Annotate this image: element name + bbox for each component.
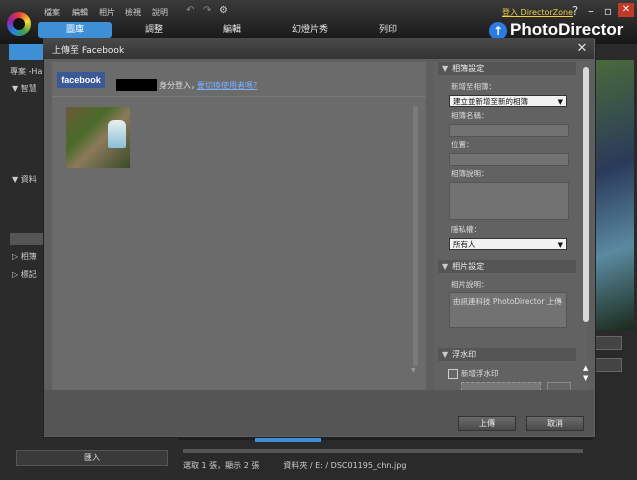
switch-user-link[interactable]: 要切換使用者嗎? (197, 80, 257, 91)
user-name-redacted (116, 79, 157, 91)
tab-print[interactable]: 列印 (358, 22, 418, 38)
settings-scrollbar[interactable] (583, 67, 589, 322)
album-name-input[interactable] (449, 124, 569, 137)
menu-view[interactable]: 檢視 (125, 7, 141, 18)
album-description-input[interactable] (449, 182, 569, 220)
horizontal-scrollbar[interactable] (183, 449, 583, 453)
undo-icon[interactable]: ↶ (186, 5, 194, 16)
privacy-label: 隱私權： (451, 225, 481, 234)
dialog-close-icon[interactable]: ✕ (574, 41, 590, 57)
scroll-down-icon-2[interactable]: ▼ (583, 374, 588, 382)
location-label: 位置： (451, 140, 474, 149)
window-close-icon[interactable]: ✕ (618, 3, 634, 17)
help-button[interactable]: ? (567, 3, 583, 19)
redo-icon[interactable]: ↷ (203, 5, 211, 16)
photo-settings-header[interactable]: ▼ 相片設定 (438, 260, 576, 273)
location-input[interactable] (449, 153, 569, 166)
content-scrollbar[interactable] (413, 106, 418, 366)
tab-adjust[interactable]: 調整 (124, 22, 184, 38)
scroll-up-icon[interactable]: ▲ (583, 364, 588, 372)
tags-item[interactable]: ▷ 標記 (12, 269, 37, 280)
cancel-button[interactable]: 取消 (526, 416, 584, 431)
login-as-label: 身分登入， (159, 81, 199, 90)
add-to-album-label: 新增至相簿： (451, 82, 496, 91)
tab-library[interactable]: 圖庫 (38, 22, 112, 38)
left-panel-tab[interactable] (9, 44, 43, 60)
status-text: 選取 1 張，顯示 2 張 資料夾 / E: / DSC01195_chn.jp… (183, 461, 407, 470)
smart-collections-item[interactable]: ▼ 智慧 (12, 83, 37, 94)
photo-description-input[interactable]: 由訊連科技 PhotoDirector 上傳 (449, 292, 567, 328)
tab-edit[interactable]: 編輯 (202, 22, 262, 38)
menu-file[interactable]: 檔案 (44, 7, 60, 18)
thumbnail-subject (108, 120, 126, 148)
album-settings-header[interactable]: ▼ 相簿設定 (438, 62, 576, 75)
folders-item[interactable]: ▼ 資料 (12, 174, 37, 185)
gear-icon[interactable]: ⚙ (219, 5, 228, 16)
minimize-icon[interactable]: – (583, 3, 599, 19)
upload-button[interactable]: 上傳 (458, 416, 516, 431)
facebook-logo: facebook (57, 72, 105, 88)
menu-photo[interactable]: 相片 (99, 7, 115, 18)
tab-slideshow[interactable]: 幻燈片秀 (280, 22, 340, 38)
import-button[interactable]: 匯入 (16, 450, 168, 466)
right-dropdown-1[interactable] (594, 336, 622, 350)
add-to-album-select[interactable]: 建立並新增至新的相簿 ▼ (449, 95, 567, 107)
brand-name: PhotoDirector (510, 20, 624, 39)
dialog-header (43, 38, 594, 59)
albums-item[interactable]: ▷ 相簿 (12, 251, 37, 262)
preview-photo (594, 60, 634, 330)
menu-help[interactable]: 說明 (152, 7, 168, 18)
maximize-icon[interactable]: ▫ (600, 3, 616, 19)
selected-folder-row[interactable] (10, 233, 44, 245)
dialog-title: 上傳至 Facebook (52, 46, 125, 56)
right-dropdown-2[interactable] (594, 358, 622, 372)
add-watermark-checkbox[interactable] (448, 369, 458, 379)
login-directorzone-link[interactable]: 登入 DirectorZone (502, 7, 573, 18)
album-name-label: 相簿名稱： (451, 111, 489, 120)
scroll-down-icon[interactable]: ▼ (411, 367, 416, 374)
app-logo-icon (7, 12, 31, 36)
album-description-label: 相簿說明： (451, 169, 489, 178)
privacy-select[interactable]: 所有人 ▼ (449, 238, 567, 250)
add-watermark-label: 新增浮水印 (461, 369, 499, 378)
divider (52, 96, 426, 97)
project-label: 專案 -Ha (10, 67, 43, 76)
watermark-header[interactable]: ▼ 浮水印 (438, 348, 576, 361)
photo-description-label: 相片說明： (451, 280, 489, 289)
menu-edit[interactable]: 編輯 (72, 7, 88, 18)
